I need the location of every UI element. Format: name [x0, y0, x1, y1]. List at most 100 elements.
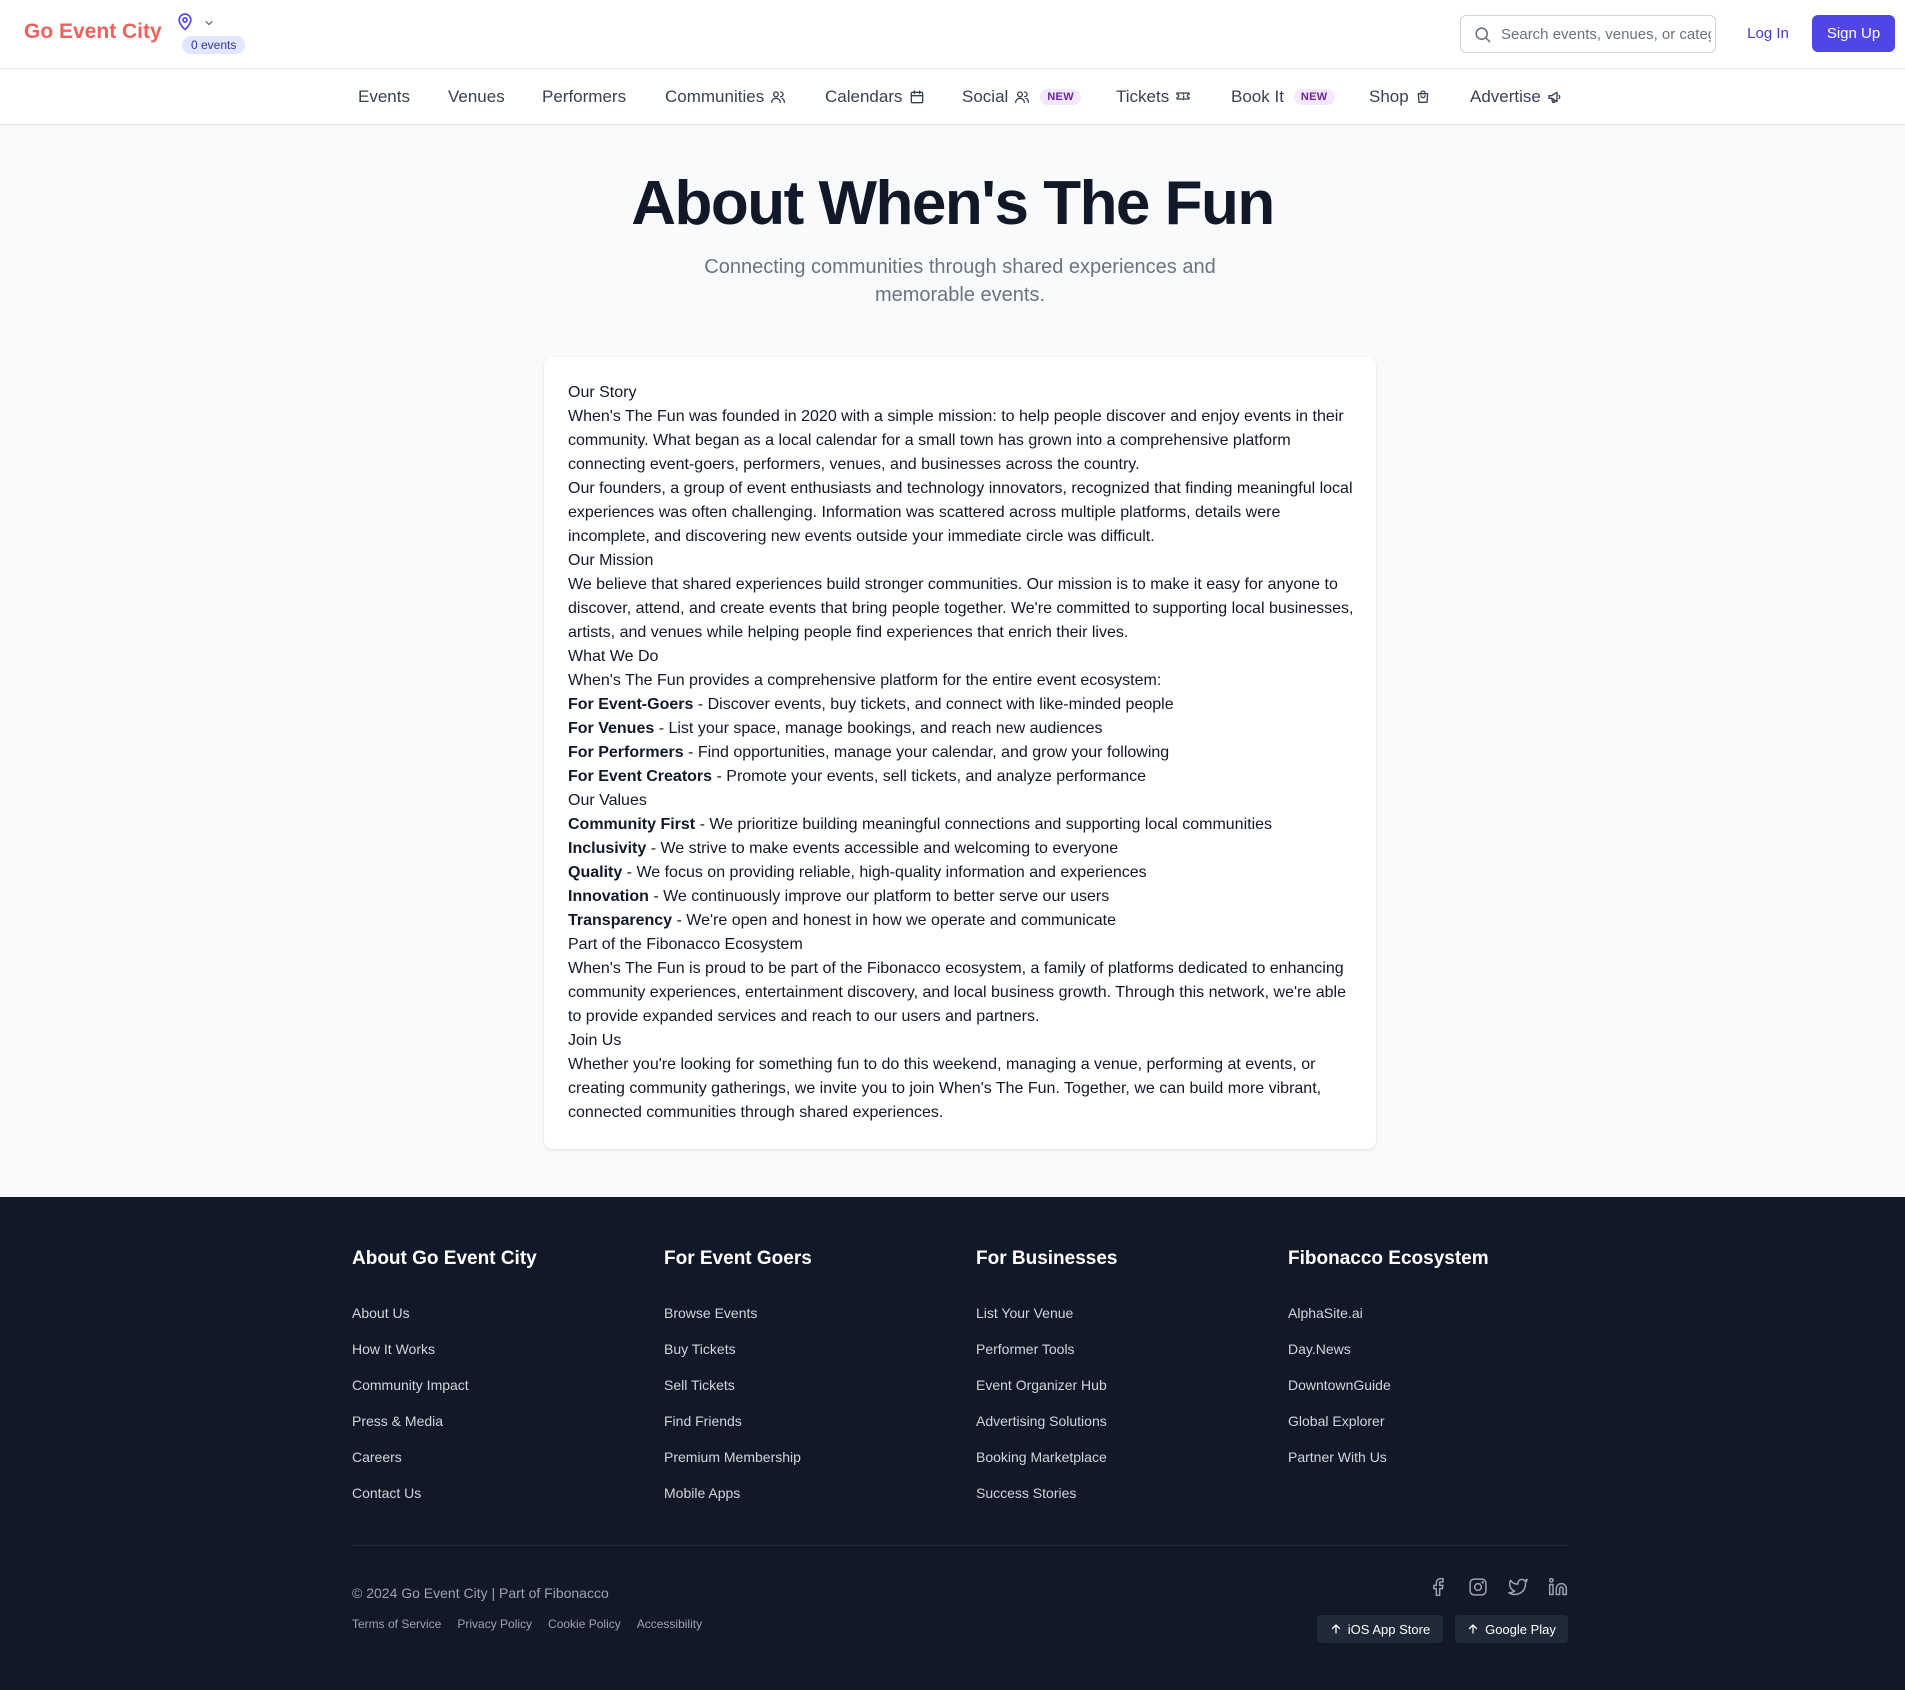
what-we-do-intro: When's The Fun provides a comprehensive …: [568, 672, 1162, 689]
nav-book-it[interactable]: Book It NEW: [1231, 69, 1335, 125]
nav-tickets[interactable]: Tickets: [1116, 69, 1191, 125]
footer-link[interactable]: Find Friends: [664, 1403, 964, 1439]
nav-performers[interactable]: Performers: [542, 69, 626, 125]
list-item-desc: - We focus on providing reliable, high-q…: [622, 864, 1147, 881]
footer-link[interactable]: Partner With Us: [1288, 1439, 1588, 1475]
nav-label: Performers: [542, 87, 627, 106]
list-item-term: Quality: [568, 864, 623, 881]
events-count-badge: 0 events: [182, 36, 246, 54]
accessibility-link[interactable]: Accessibility: [637, 1617, 702, 1631]
location-selector[interactable]: 0 events: [175, 12, 255, 54]
footer-link[interactable]: Advertising Solutions: [976, 1403, 1276, 1439]
footer-column-event-goers: For Event Goers Browse Events Buy Ticket…: [664, 1247, 964, 1511]
list-item-term: Inclusivity: [568, 840, 647, 857]
footer-link[interactable]: Careers: [352, 1439, 652, 1475]
page-title: About When's The Fun: [631, 169, 1275, 238]
list-item: For Event-Goers - Discover events, buy t…: [568, 693, 1358, 717]
footer-link[interactable]: Sell Tickets: [664, 1367, 964, 1403]
search-box[interactable]: [1460, 15, 1716, 53]
nav-events[interactable]: Events: [358, 69, 410, 125]
terms-link[interactable]: Terms of Service: [352, 1617, 441, 1631]
footer-column-title: Fibonacco Ecosystem: [1288, 1248, 1489, 1269]
site-logo[interactable]: Go Event City: [24, 20, 162, 44]
list-item-term: For Performers: [568, 744, 684, 761]
footer-column-ecosystem: Fibonacco Ecosystem AlphaSite.ai Day.New…: [1288, 1247, 1588, 1475]
page-subtitle: Connecting communities through shared ex…: [704, 256, 1216, 306]
instagram-icon[interactable]: [1468, 1577, 1488, 1602]
list-item-desc: - Find opportunities, manage your calend…: [683, 744, 1170, 761]
footer-link[interactable]: Mobile Apps: [664, 1475, 964, 1511]
nav-advertise[interactable]: Advertise: [1470, 69, 1563, 125]
nav-label: Communities: [665, 87, 765, 106]
list-item-term: Transparency: [568, 912, 673, 929]
facebook-icon[interactable]: [1428, 1577, 1448, 1602]
footer-link[interactable]: How It Works: [352, 1331, 652, 1367]
ios-app-store-button[interactable]: iOS App Store: [1317, 1615, 1443, 1643]
twitter-icon[interactable]: [1508, 1577, 1528, 1602]
footer-column-businesses: For Businesses List Your Venue Performer…: [976, 1247, 1276, 1511]
arrow-up-icon: [1468, 1624, 1478, 1634]
copyright: © 2024 Go Event City | Part of Fibonacco: [352, 1585, 609, 1601]
linkedin-icon[interactable]: [1548, 1577, 1568, 1602]
nav-label: Tickets: [1116, 87, 1170, 106]
footer-link[interactable]: Success Stories: [976, 1475, 1276, 1511]
nav-venues[interactable]: Venues: [448, 69, 505, 125]
nav-label: Book It: [1231, 87, 1284, 106]
signup-button[interactable]: Sign Up: [1812, 15, 1895, 52]
list-item-desc: - We prioritize building meaningful conn…: [695, 816, 1273, 833]
social-links: [1428, 1577, 1568, 1601]
list-item: For Performers - Find opportunities, man…: [568, 741, 1358, 765]
google-play-button[interactable]: Google Play: [1455, 1615, 1568, 1643]
search-input[interactable]: [1501, 16, 1711, 52]
footer-link[interactable]: Event Organizer Hub: [976, 1367, 1276, 1403]
privacy-link[interactable]: Privacy Policy: [457, 1617, 532, 1631]
footer-link[interactable]: AlphaSite.ai: [1288, 1295, 1588, 1331]
list-item-desc: - Promote your events, sell tickets, and…: [712, 768, 1147, 785]
nav-label: Shop: [1369, 87, 1409, 106]
footer-link[interactable]: Global Explorer: [1288, 1403, 1588, 1439]
chevron-down-icon: [203, 16, 215, 34]
footer-link[interactable]: Community Impact: [352, 1367, 652, 1403]
footer-link[interactable]: DowntownGuide: [1288, 1367, 1588, 1403]
nav-shop[interactable]: Shop: [1369, 69, 1431, 125]
footer-link[interactable]: About Us: [352, 1295, 652, 1331]
nav-social[interactable]: Social NEW: [962, 69, 1081, 125]
footer-divider: [352, 1545, 1568, 1546]
footer: About Go Event City About Us How It Work…: [0, 1197, 1905, 1690]
footer-column-title: For Event Goers: [664, 1248, 812, 1269]
mission-heading: Our Mission: [568, 552, 654, 569]
what-we-do-heading: What We Do: [568, 648, 659, 665]
header: Go Event City 0 events Log In Sign Up: [0, 0, 1905, 69]
footer-link[interactable]: Contact Us: [352, 1475, 652, 1511]
list-item-desc: - We continuously improve our platform t…: [648, 888, 1110, 905]
main-nav: Events Venues Performers Communities Cal…: [0, 69, 1905, 125]
footer-link[interactable]: Performer Tools: [976, 1331, 1276, 1367]
join-paragraph: Whether you're looking for something fun…: [568, 1056, 1322, 1121]
story-paragraph: Our founders, a group of event enthusias…: [568, 480, 1353, 545]
footer-link[interactable]: Press & Media: [352, 1403, 652, 1439]
nav-calendars[interactable]: Calendars: [825, 69, 925, 125]
about-card: Our Story When's The Fun was founded in …: [544, 357, 1376, 1149]
list-item-term: Innovation: [568, 888, 649, 905]
list-item-term: For Event-Goers: [568, 696, 694, 713]
footer-link[interactable]: Browse Events: [664, 1295, 964, 1331]
google-play-label: Google Play: [1485, 1621, 1556, 1637]
list-item-term: For Venues: [568, 720, 655, 737]
footer-link[interactable]: Buy Tickets: [664, 1331, 964, 1367]
arrow-up-icon: [1331, 1624, 1340, 1634]
list-item: For Event Creators - Promote your events…: [568, 765, 1358, 789]
footer-link[interactable]: List Your Venue: [976, 1295, 1276, 1331]
footer-link[interactable]: Booking Marketplace: [976, 1439, 1276, 1475]
list-item: Inclusivity - We strive to make events a…: [568, 837, 1358, 861]
login-button[interactable]: Log In: [1736, 15, 1800, 53]
ios-app-store-label: iOS App Store: [1347, 1621, 1431, 1637]
search-icon: [1473, 25, 1492, 49]
calendar-icon: [910, 90, 923, 104]
footer-link[interactable]: Day.News: [1288, 1331, 1588, 1367]
cookie-link[interactable]: Cookie Policy: [548, 1617, 621, 1631]
footer-link[interactable]: Premium Membership: [664, 1439, 964, 1475]
nav-communities[interactable]: Communities: [665, 69, 786, 125]
legal-links: Terms of Service Privacy Policy Cookie P…: [352, 1617, 702, 1631]
story-paragraph: When's The Fun was founded in 2020 with …: [568, 408, 1344, 473]
list-item-desc: - List your space, manage bookings, and …: [654, 720, 1103, 737]
